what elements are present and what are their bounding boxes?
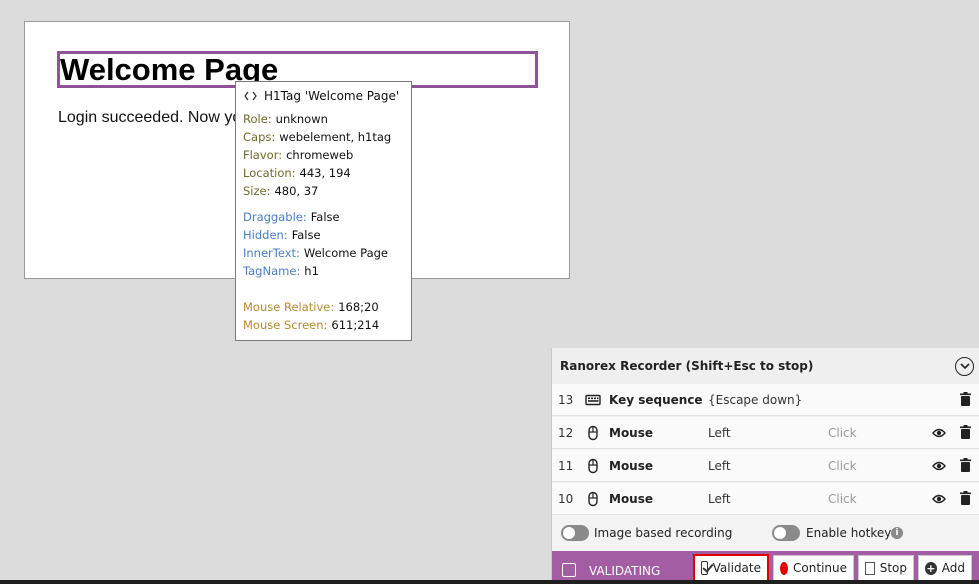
tooltip-draggable-row: Draggable: False — [243, 210, 340, 224]
mouse-icon — [588, 458, 598, 474]
image-based-recording-label: Image based recording — [594, 526, 733, 540]
tooltip-role-row: Role: unknown — [243, 112, 328, 126]
info-icon[interactable]: i — [891, 527, 903, 539]
caps-key: Caps: — [243, 130, 276, 144]
recorder-action-row[interactable]: 10 Mouse Left Click — [552, 483, 979, 515]
size-value: 480, 37 — [274, 184, 319, 198]
trash-icon[interactable] — [960, 491, 971, 505]
row-detail: Left — [708, 492, 731, 506]
login-success-text: Login succeeded. Now yo — [58, 109, 242, 126]
draggable-key: Draggable: — [243, 210, 307, 224]
tooltip-hidden-row: Hidden: False — [243, 228, 321, 242]
eye-icon[interactable] — [932, 460, 946, 472]
continue-label: Continue — [793, 561, 847, 575]
tooltip-mouse-screen-row: Mouse Screen: 611;214 — [243, 318, 379, 332]
element-info-tooltip: H1Tag 'Welcome Page' Role: unknown Caps: w… — [235, 81, 412, 341]
flavor-key: Flavor: — [243, 148, 283, 162]
row-type: Mouse — [609, 492, 654, 506]
tooltip-caps-row: Caps: webelement, h1tag — [243, 130, 391, 144]
validate-label: Validate — [712, 561, 761, 575]
continue-button[interactable]: Continue — [773, 555, 854, 581]
recorder-title: Ranorex Recorder (Shift+Esc to stop) — [560, 359, 814, 373]
tooltip-location-row: Location: 443, 194 — [243, 166, 351, 180]
recorder-options: Image based recording Enable hotkeys i — [552, 517, 979, 551]
row-number: 12 — [558, 426, 574, 440]
trash-icon[interactable] — [960, 392, 971, 406]
tooltip-mouse-relative-row: Mouse Relative: 168;20 — [243, 300, 379, 314]
trash-icon[interactable] — [960, 425, 971, 439]
chevron-down-icon[interactable] — [955, 357, 974, 376]
add-label: Add — [941, 561, 965, 575]
tagname-key: TagName: — [243, 264, 301, 278]
row-type: Mouse — [609, 459, 654, 473]
hidden-key: Hidden: — [243, 228, 288, 242]
eye-icon[interactable] — [932, 493, 946, 505]
row-detail: {Escape down} — [708, 393, 803, 407]
role-value: unknown — [275, 112, 328, 126]
tooltip-tagname-row: TagName: h1 — [243, 264, 319, 278]
mouse-icon — [588, 491, 598, 507]
hidden-value: False — [291, 228, 321, 242]
location-value: 443, 194 — [299, 166, 351, 180]
mouse-relative-value: 168;20 — [338, 300, 379, 314]
row-action: Click — [828, 426, 857, 440]
role-key: Role: — [243, 112, 272, 126]
location-key: Location: — [243, 166, 296, 180]
row-type: Mouse — [609, 426, 654, 440]
validate-button[interactable]: Validate — [693, 554, 769, 582]
recorder-action-row[interactable]: 13 Key sequence {Escape down} — [552, 384, 979, 416]
record-icon — [780, 561, 789, 575]
add-button[interactable]: + Add — [918, 555, 972, 581]
recorder-panel: Ranorex Recorder (Shift+Esc to stop) 13 … — [551, 348, 979, 584]
tooltip-size-row: Size: 480, 37 — [243, 184, 318, 198]
taskbar-edge — [0, 580, 979, 584]
stop-icon — [865, 561, 875, 575]
plus-icon: + — [925, 561, 937, 575]
eye-icon[interactable] — [932, 427, 946, 439]
code-icon — [244, 91, 257, 101]
recorder-action-row[interactable]: 12 Mouse Left Click — [552, 417, 979, 449]
row-number: 11 — [558, 459, 574, 473]
caps-value: webelement, h1tag — [279, 130, 392, 144]
row-action: Click — [828, 459, 857, 473]
tooltip-innertext-row: InnerText: Welcome Page — [243, 246, 388, 260]
mouse-icon — [588, 425, 598, 441]
recorder-action-row[interactable]: 11 Mouse Left Click — [552, 450, 979, 482]
tagname-value: h1 — [304, 264, 319, 278]
row-detail: Left — [708, 459, 731, 473]
size-key: Size: — [243, 184, 271, 198]
flavor-value: chromeweb — [286, 148, 354, 162]
keyboard-icon — [585, 394, 601, 406]
tooltip-header: H1Tag 'Welcome Page' — [244, 89, 399, 103]
trash-icon[interactable] — [960, 458, 971, 472]
image-based-recording-toggle[interactable] — [561, 525, 589, 541]
row-type: Key sequence — [609, 393, 703, 407]
stop-button[interactable]: Stop — [858, 555, 914, 581]
status-text: VALIDATING — [589, 564, 661, 578]
innertext-key: InnerText: — [243, 246, 300, 260]
draggable-value: False — [310, 210, 340, 224]
innertext-value: Welcome Page — [303, 246, 389, 260]
row-number: 10 — [558, 492, 574, 506]
mouse-relative-key: Mouse Relative: — [243, 300, 335, 314]
mouse-screen-key: Mouse Screen: — [243, 318, 328, 332]
row-action: Click — [828, 492, 857, 506]
row-number: 13 — [558, 393, 574, 407]
tooltip-flavor-row: Flavor: chromeweb — [243, 148, 353, 162]
checkbox-icon — [701, 561, 708, 575]
enable-hotkeys-toggle[interactable] — [772, 525, 800, 541]
stop-label: Stop — [879, 561, 907, 575]
enable-hotkeys-label: Enable hotkeys — [806, 526, 898, 540]
mouse-screen-value: 611;214 — [331, 318, 380, 332]
row-detail: Left — [708, 426, 731, 440]
recorder-header: Ranorex Recorder (Shift+Esc to stop) — [552, 348, 979, 384]
validate-mode-icon — [562, 563, 576, 577]
tooltip-title: H1Tag 'Welcome Page' — [264, 89, 400, 103]
